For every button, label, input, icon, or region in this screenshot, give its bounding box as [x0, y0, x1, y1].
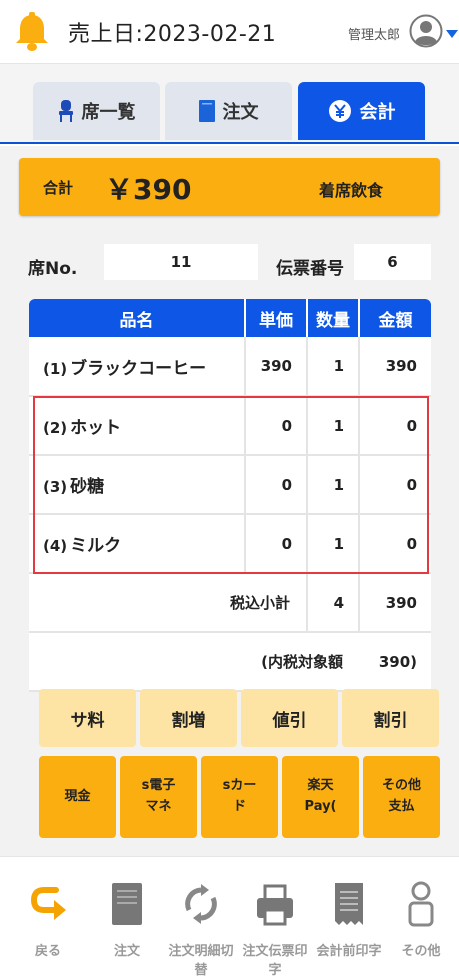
footer-label: 注文伝票印 字	[242, 944, 308, 978]
footer-label: 会計前印字	[316, 944, 382, 959]
item-qty: 1	[307, 337, 360, 397]
total-summary: 合計 ￥390 着席飲食	[19, 158, 440, 216]
item-name: ホット	[70, 418, 122, 438]
tab-order[interactable]: 注文	[165, 82, 292, 140]
seat-number-value: 11	[104, 244, 258, 280]
order-table: 品名 単価 数量 金額 (1) ブラックコーヒー 390 1 390 (2) ホット…	[29, 299, 431, 692]
footer-label: 戻る	[34, 944, 61, 959]
item-price: 0	[245, 455, 308, 515]
item-amount: 0	[359, 396, 431, 456]
sales-date: 売上日:2023-02-21	[68, 22, 277, 47]
avatar-icon[interactable]	[409, 14, 443, 48]
column-header-amount: 金額	[359, 299, 431, 337]
tax-base-label: (内税対象額	[29, 632, 359, 692]
item-index: (3)	[43, 478, 68, 496]
chair-icon	[58, 100, 74, 122]
rakuten-pay-button[interactable]: 楽天 Pay(	[282, 756, 359, 838]
refresh-icon	[163, 877, 239, 931]
total-label: 合計	[43, 179, 74, 197]
dining-type: 着席飲食	[319, 181, 384, 200]
tax-base-row: (内税対象額 390)	[29, 632, 431, 692]
slip-number-value: 6	[354, 244, 431, 280]
item-qty: 1	[307, 455, 360, 515]
item-price: 0	[245, 396, 308, 456]
tab-bar: 席一覧 注文 会計	[0, 64, 459, 144]
checkout-panel: 合計 ￥390 着席飲食 席No. 11 伝票番号 6 品名 単価 数量 金額 …	[0, 146, 459, 856]
footer-label: その他	[401, 944, 441, 959]
tab-checkout[interactable]: 会計	[298, 82, 425, 140]
item-amount: 0	[359, 455, 431, 515]
order-button[interactable]: 注文	[89, 877, 165, 962]
bell-icon[interactable]	[14, 12, 50, 52]
footer-toolbar: 戻る 注文 注文明細切 替 注文伝票印 字 会計前印字 その他	[0, 856, 459, 978]
subtotal-amount: 390	[359, 573, 431, 633]
item-index: (1)	[43, 359, 68, 378]
total-amount: ￥390	[105, 173, 192, 206]
pre-checkout-print-button[interactable]: 会計前印字	[311, 877, 387, 962]
user-name[interactable]: 管理太郎	[348, 24, 400, 43]
item-qty: 1	[307, 514, 360, 574]
item-amount: 0	[359, 514, 431, 574]
return-arrow-icon	[10, 877, 86, 931]
yen-coin-icon	[328, 99, 352, 123]
chevron-down-icon[interactable]	[446, 30, 458, 38]
table-header-row: 品名 単価 数量 金額	[29, 299, 431, 337]
item-name: ミルク	[70, 536, 122, 556]
surcharge-button[interactable]: 割増	[140, 689, 237, 747]
item-name-cell: (3) 砂糖	[29, 455, 246, 515]
app-header: 売上日:2023-02-21 管理太郎	[0, 0, 459, 64]
table-row[interactable]: (3) 砂糖 0 1 0	[29, 455, 431, 515]
subtotal-label: 税込小計	[29, 573, 308, 633]
percent-discount-button[interactable]: 割引	[342, 689, 439, 747]
cash-button[interactable]: 現金	[39, 756, 116, 838]
adjustment-buttons: サ料 割増 値引 割引	[39, 689, 439, 747]
emoney-button[interactable]: s電子 マネ	[120, 756, 197, 838]
table-row[interactable]: (4) ミルク 0 1 0	[29, 514, 431, 574]
tax-base-amount: 390)	[359, 632, 431, 692]
item-name: 砂糖	[70, 477, 105, 497]
subtotal-row: 税込小計 4 390	[29, 573, 431, 633]
item-amount: 390	[359, 337, 431, 397]
tab-seat-list[interactable]: 席一覧	[33, 82, 160, 140]
tab-label: 席一覧	[81, 102, 136, 123]
item-price: 390	[245, 337, 308, 397]
switch-detail-button[interactable]: 注文明細切 替	[163, 877, 239, 978]
notebook-icon	[89, 877, 165, 931]
other-payment-button[interactable]: その他 支払	[363, 756, 440, 838]
card-button[interactable]: sカー ド	[201, 756, 278, 838]
table-row[interactable]: (1) ブラックコーヒー 390 1 390	[29, 337, 431, 397]
column-header-item: 品名	[29, 299, 246, 337]
item-qty: 1	[307, 396, 360, 456]
person-icon	[383, 877, 459, 931]
column-header-qty: 数量	[307, 299, 360, 337]
item-name-cell: (1) ブラックコーヒー	[29, 337, 246, 397]
seat-number-label: 席No.	[28, 259, 78, 279]
receipt-icon	[311, 877, 387, 931]
item-name-cell: (2) ホット	[29, 396, 246, 456]
notebook-icon	[198, 100, 215, 122]
printer-icon	[237, 877, 313, 931]
item-name: ブラックコーヒー	[70, 358, 207, 379]
item-index: (2)	[43, 419, 68, 437]
table-row[interactable]: (2) ホット 0 1 0	[29, 396, 431, 456]
item-name-cell: (4) ミルク	[29, 514, 246, 574]
price-discount-button[interactable]: 値引	[241, 689, 338, 747]
service-charge-button[interactable]: サ料	[39, 689, 136, 747]
footer-label: 注文	[113, 944, 140, 959]
tab-label: 注文	[222, 102, 259, 123]
item-index: (4)	[43, 537, 68, 555]
footer-label: 注文明細切 替	[168, 944, 234, 978]
print-slip-button[interactable]: 注文伝票印 字	[237, 877, 313, 978]
subtotal-qty: 4	[307, 573, 360, 633]
item-price: 0	[245, 514, 308, 574]
slip-number-label: 伝票番号	[276, 259, 344, 279]
payment-buttons: 現金 s電子 マネ sカー ド 楽天 Pay( その他 支払	[39, 756, 440, 838]
other-button[interactable]: その他	[383, 877, 459, 962]
back-button[interactable]: 戻る	[10, 877, 86, 962]
tab-label: 会計	[359, 102, 396, 123]
column-header-price: 単価	[245, 299, 308, 337]
